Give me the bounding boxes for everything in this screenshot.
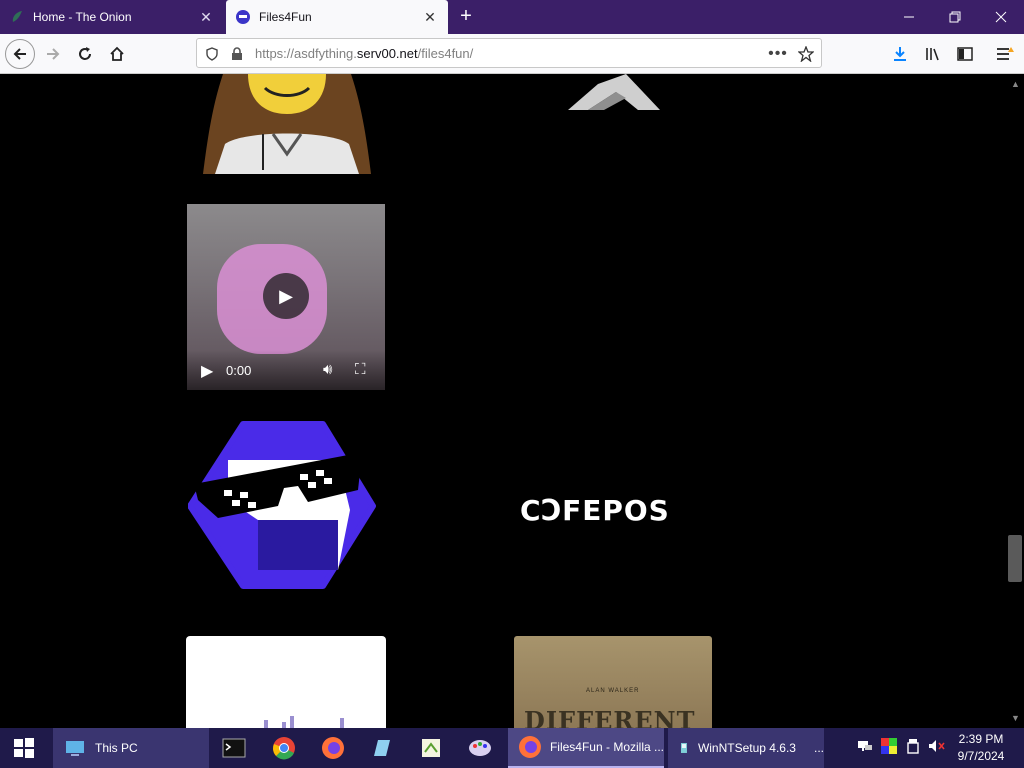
back-button[interactable] (5, 39, 35, 69)
roblox-avatar-image[interactable] (203, 74, 371, 174)
clock-date: 9/7/2024 (957, 749, 1005, 763)
tracking-protection-shield-icon[interactable] (203, 45, 221, 63)
play-button[interactable]: ▶ (201, 361, 213, 381)
close-tab-icon[interactable]: ✕ (198, 9, 214, 25)
volume-icon[interactable]: 🔊︎ (323, 361, 332, 378)
url-host: serv00.net (356, 46, 418, 61)
taskbar-notepad[interactable] (370, 728, 396, 768)
home-button[interactable] (102, 39, 132, 69)
home-icon (110, 46, 124, 61)
close-tab-icon[interactable]: ✕ (422, 9, 438, 25)
scroll-down-arrow-icon[interactable]: ▼ (1007, 710, 1024, 726)
taskbar-terminal[interactable] (222, 728, 248, 768)
tab-strip: Home - The Onion ✕ Files4Fun ✕ + (0, 0, 1024, 34)
taskbar-this-pc[interactable]: This PC (53, 728, 209, 768)
hamburger-menu-icon (997, 47, 1014, 60)
play-overlay-button[interactable]: ▶ (263, 273, 309, 319)
minimize-icon (904, 16, 914, 18)
computer-icon (66, 741, 84, 756)
address-bar[interactable]: https://asdfything.serv00.net/files4fun/… (196, 38, 822, 68)
chrome-icon (273, 737, 295, 760)
paint-palette-icon (469, 740, 491, 756)
color-app-icon[interactable] (881, 738, 897, 757)
close-icon (995, 11, 1007, 23)
taskbar-label: Files4Fun - Mozilla ... (549, 740, 664, 754)
bookmark-star-icon[interactable] (797, 45, 815, 63)
tab-title: Files4Fun (259, 10, 312, 24)
taskbar-label-more: ... (813, 741, 824, 755)
video-time: 0:00 (226, 363, 252, 378)
taskbar-firefox-pinned[interactable] (321, 728, 347, 768)
windows-logo-icon (14, 738, 34, 758)
taskbar-winntsetup[interactable]: WinNTSetup 4.6.3 ... (668, 728, 824, 768)
taskbar-label: This PC (95, 741, 138, 755)
page-actions-menu-icon[interactable]: ••• (768, 45, 787, 63)
volume-muted-icon[interactable] (928, 738, 946, 757)
url-text[interactable]: https://asdfything.serv00.net/files4fun/ (255, 46, 473, 61)
new-tab-button[interactable]: + (455, 6, 477, 27)
system-clock[interactable]: 2:39 PM 9/7/2024 (952, 731, 1010, 765)
scrollbar-thumb[interactable] (1008, 535, 1022, 582)
restore-icon (949, 11, 961, 23)
start-button[interactable] (0, 728, 48, 768)
partial-logo-glyphs (264, 716, 344, 728)
video-player[interactable]: ▶ ▶ 0:00 🔊︎ ⛶ (187, 204, 385, 390)
restore-button[interactable] (932, 0, 978, 34)
taskbar-chrome[interactable] (272, 728, 298, 768)
hexagon-sunglasses-logo-image[interactable] (188, 420, 378, 590)
taskbar-label: WinNTSetup 4.6.3 (697, 741, 796, 755)
lock-icon[interactable] (228, 45, 246, 63)
navigation-toolbar: https://asdfything.serv00.net/files4fun/… (0, 34, 1024, 74)
notepad-icon (374, 740, 390, 756)
download-arrow-icon (894, 47, 906, 61)
forward-arrow-icon (47, 48, 60, 60)
page-content: ▶ ▶ 0:00 🔊︎ ⛶ CϽFEPOS ALAN WALKER DIFFER… (0, 74, 1007, 728)
library-button[interactable] (918, 39, 948, 69)
winntsetup-icon (680, 743, 687, 753)
scroll-up-arrow-icon[interactable]: ▲ (1007, 76, 1024, 92)
firefox-icon (518, 736, 541, 758)
taskbar-notepadpp[interactable] (419, 728, 445, 768)
taskbar-paint[interactable] (468, 728, 494, 768)
network-icon[interactable] (857, 738, 873, 757)
forward-button[interactable] (38, 39, 68, 69)
minimize-button[interactable] (886, 0, 932, 34)
close-window-button[interactable] (978, 0, 1024, 34)
files4fun-favicon-icon (236, 10, 250, 24)
url-path: /files4fun/ (417, 46, 474, 61)
terminal-icon (222, 738, 246, 758)
url-prefix: https://asdfything. (255, 46, 357, 61)
cofepos-logo-text[interactable]: CϽFEPOS (520, 494, 700, 527)
vertical-scrollbar[interactable] (1007, 74, 1024, 728)
video-controls: ▶ 0:00 🔊︎ ⛶ (187, 350, 385, 390)
tab-the-onion[interactable]: Home - The Onion ✕ (0, 0, 224, 34)
tab-title: Home - The Onion (33, 10, 132, 24)
windows-taskbar: This PC Files4Fun - Mozilla ... WinNTSet… (0, 728, 1024, 768)
notepadplusplus-icon (422, 739, 440, 757)
fullscreen-icon[interactable]: ⛶ (355, 361, 366, 378)
album-title: DIFFERENT (524, 706, 696, 728)
album-cover-image[interactable]: ALAN WALKER DIFFERENT (514, 636, 712, 728)
reload-icon (79, 47, 91, 60)
tab-files4fun[interactable]: Files4Fun ✕ (226, 0, 448, 34)
app-menu-button[interactable] (990, 39, 1020, 69)
onion-favicon-icon (12, 11, 22, 22)
firefox-icon (322, 737, 344, 759)
play-icon: ▶ (279, 285, 293, 306)
library-icon (926, 48, 939, 61)
reload-button[interactable] (70, 39, 100, 69)
sidebar-icon (957, 47, 973, 61)
sidebar-button[interactable] (950, 39, 980, 69)
clock-time: 2:39 PM (958, 732, 1004, 746)
white-image-card[interactable] (186, 636, 386, 728)
album-artist: ALAN WALKER (586, 688, 640, 694)
downloads-button[interactable] (885, 39, 915, 69)
back-arrow-icon (13, 48, 26, 60)
taskbar-firefox-window[interactable]: Files4Fun - Mozilla ... (508, 728, 664, 768)
grey-logo-image[interactable] (568, 74, 660, 112)
usb-device-icon[interactable] (906, 738, 920, 757)
